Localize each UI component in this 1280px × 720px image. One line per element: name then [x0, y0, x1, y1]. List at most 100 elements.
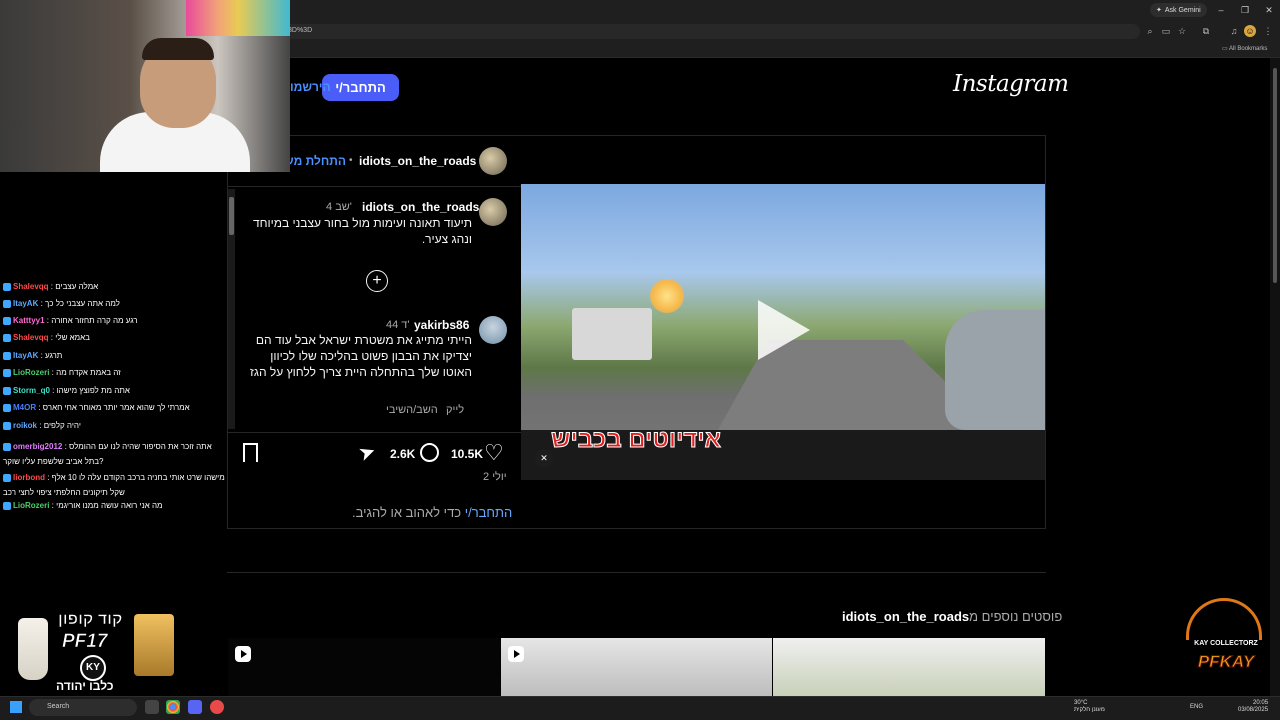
chat-username[interactable]: LioRozeri — [13, 368, 49, 377]
folder-icon: ▭ — [1222, 46, 1230, 52]
chat-text: למה אתה עצבני כל כך — [45, 299, 120, 308]
comment-like-button[interactable]: לייק — [446, 404, 464, 416]
chat-separator: : — [37, 421, 44, 430]
promo-coupon-label: קוד קופון — [58, 611, 123, 629]
chat-separator: : — [49, 386, 57, 395]
discord-icon[interactable] — [188, 700, 202, 714]
chat-text: יהיה קלפים — [43, 421, 81, 430]
chat-username[interactable]: ItayAK — [13, 299, 38, 308]
chat-separator: : — [38, 299, 46, 308]
mute-icon[interactable]: ✕ — [535, 449, 553, 467]
chat-username[interactable]: roikok — [13, 421, 37, 430]
chat-username[interactable]: Katttyy1 — [13, 316, 45, 325]
chat-message: liorbond : מישהו שרט אותי בחניה ברכב הקו… — [3, 470, 225, 500]
chat-message: Katttyy1 : רגע מה קרה תחזור אחורה — [3, 316, 225, 325]
chrome-icon[interactable] — [166, 700, 180, 714]
media-icon[interactable]: ♫ — [1228, 25, 1240, 37]
page-scrollbar-thumb[interactable] — [1273, 68, 1277, 283]
comments-count: 2.6K — [390, 447, 416, 461]
login-prompt-link[interactable]: התחבר/י — [465, 505, 513, 520]
chat-username[interactable]: Shalevqq — [13, 282, 49, 291]
ask-gemini-button[interactable]: ✦ Ask Gemini — [1150, 3, 1207, 17]
chat-username[interactable]: liorbond — [13, 473, 45, 482]
brand-subtitle: KAY COLLECTORZ — [1194, 640, 1258, 647]
windows-start-icon[interactable] — [10, 701, 22, 713]
profile-avatar[interactable]: ☺ — [1244, 25, 1256, 37]
task-view-icon[interactable] — [145, 700, 159, 714]
follow-link[interactable]: התחלת מעקב — [286, 154, 346, 168]
chat-badge-icon — [3, 282, 11, 291]
extensions-icon[interactable]: ⧉ — [1200, 25, 1212, 37]
login-button[interactable]: התחבר/י — [322, 74, 399, 101]
chat-badge-icon — [3, 368, 11, 377]
comment-bubble-icon[interactable] — [420, 443, 439, 462]
chat-text: אמרתי לך שהוא אמר יותר מאוחר אחי חארס — [42, 403, 190, 412]
more-post-thumbnail[interactable] — [501, 638, 772, 696]
chat-badge-icon — [3, 299, 11, 308]
post-author-avatar[interactable] — [479, 147, 507, 175]
menu-icon[interactable]: ⋮ — [1262, 25, 1274, 37]
more-post-thumbnail[interactable] — [773, 638, 1045, 696]
minimize-button[interactable]: – — [1210, 3, 1232, 17]
chat-message: Storm_q0 : אתה מת לפוצץ מישהו — [3, 386, 225, 395]
reel-icon — [508, 646, 524, 662]
video-caption: אידיוטים בכביש — [551, 426, 722, 454]
login-prompt: התחבר/י כדי לאהוב או להגיב. — [352, 505, 512, 520]
heart-icon[interactable]: ♡ — [484, 442, 504, 464]
bookmark-star-icon[interactable]: ☆ — [1176, 25, 1188, 37]
chat-badge-icon — [3, 386, 11, 395]
reel-icon — [235, 646, 251, 662]
chat-message: Shalevqq : אמלה עצבים — [3, 282, 225, 291]
language-indicator[interactable]: ENG — [1190, 704, 1203, 710]
cast-icon[interactable]: ▭ — [1160, 25, 1172, 37]
obs-icon[interactable] — [210, 700, 224, 714]
comment-avatar[interactable] — [479, 316, 507, 344]
chat-message: ItayAK : תרגע — [3, 351, 225, 360]
comments-scrollbar-thumb[interactable] — [229, 197, 234, 235]
chat-message: LioRozeri : זה באמת אקדח מה — [3, 368, 225, 377]
chat-username[interactable]: ItayAK — [13, 351, 38, 360]
promo-code: PF17 — [62, 631, 108, 653]
chat-separator: : — [45, 473, 52, 482]
all-bookmarks-link[interactable]: ▭ All Bookmarks — [1222, 45, 1267, 52]
instagram-logo[interactable]: Instagram — [953, 71, 1069, 97]
chat-text: זה באמת אקדח מה — [56, 368, 121, 377]
caption-avatar[interactable] — [479, 198, 507, 226]
chat-message: ItayAK : למה אתה עצבני כל כך — [3, 299, 225, 308]
close-window-button[interactable]: ✕ — [1258, 3, 1280, 17]
video-truck — [572, 308, 652, 360]
comment-text: הייתי מתייג את משטרת ישראל אבל עוד הם יצ… — [250, 333, 472, 379]
more-posts-username[interactable]: idiots_on_the_roads — [842, 609, 969, 624]
chat-username[interactable]: Storm_q0 — [13, 386, 50, 395]
comment-username[interactable]: yakirbs86 — [414, 318, 469, 332]
address-bar[interactable]: 3D%3D — [270, 24, 1140, 39]
more-post-thumbnail[interactable] — [228, 638, 500, 696]
header-divider — [228, 186, 521, 187]
weather-widget[interactable]: 30°C מעונן חלקית — [1074, 700, 1105, 714]
caption-username[interactable]: idiots_on_the_roads — [362, 200, 479, 214]
signup-link[interactable]: הירשמו — [290, 80, 331, 94]
comment-reply-button[interactable]: השב/השיבי — [386, 404, 438, 416]
perfume-bottle-image — [134, 614, 174, 676]
video-car — [945, 310, 1045, 430]
load-more-comments-icon[interactable]: + — [366, 270, 388, 292]
post-author-username[interactable]: idiots_on_the_roads — [359, 154, 476, 168]
chat-badge-icon — [3, 501, 11, 510]
post-date: 2 יולי — [483, 471, 507, 483]
taskbar-search[interactable]: Search — [29, 699, 137, 716]
chat-username[interactable]: LioRozeri — [13, 501, 49, 510]
comment-time: 44 ד' — [386, 319, 410, 331]
sparkle-icon: ✦ — [1156, 7, 1162, 14]
bookmark-icon[interactable] — [243, 443, 258, 462]
chat-username[interactable]: omerbig2012 — [13, 442, 62, 451]
chat-badge-icon — [3, 333, 11, 342]
zoom-icon[interactable]: ⌕ — [1144, 25, 1156, 37]
chat-separator: : — [36, 403, 43, 412]
taskbar-clock[interactable]: 20:05 03/08/2025 — [1238, 700, 1268, 714]
actions-divider — [228, 432, 521, 433]
play-icon[interactable] — [758, 300, 810, 360]
chat-username[interactable]: Shalevqq — [13, 333, 49, 342]
maximize-button[interactable]: ❐ — [1234, 3, 1256, 17]
chat-username[interactable]: M4OR — [13, 403, 36, 412]
chat-badge-icon — [3, 316, 11, 325]
